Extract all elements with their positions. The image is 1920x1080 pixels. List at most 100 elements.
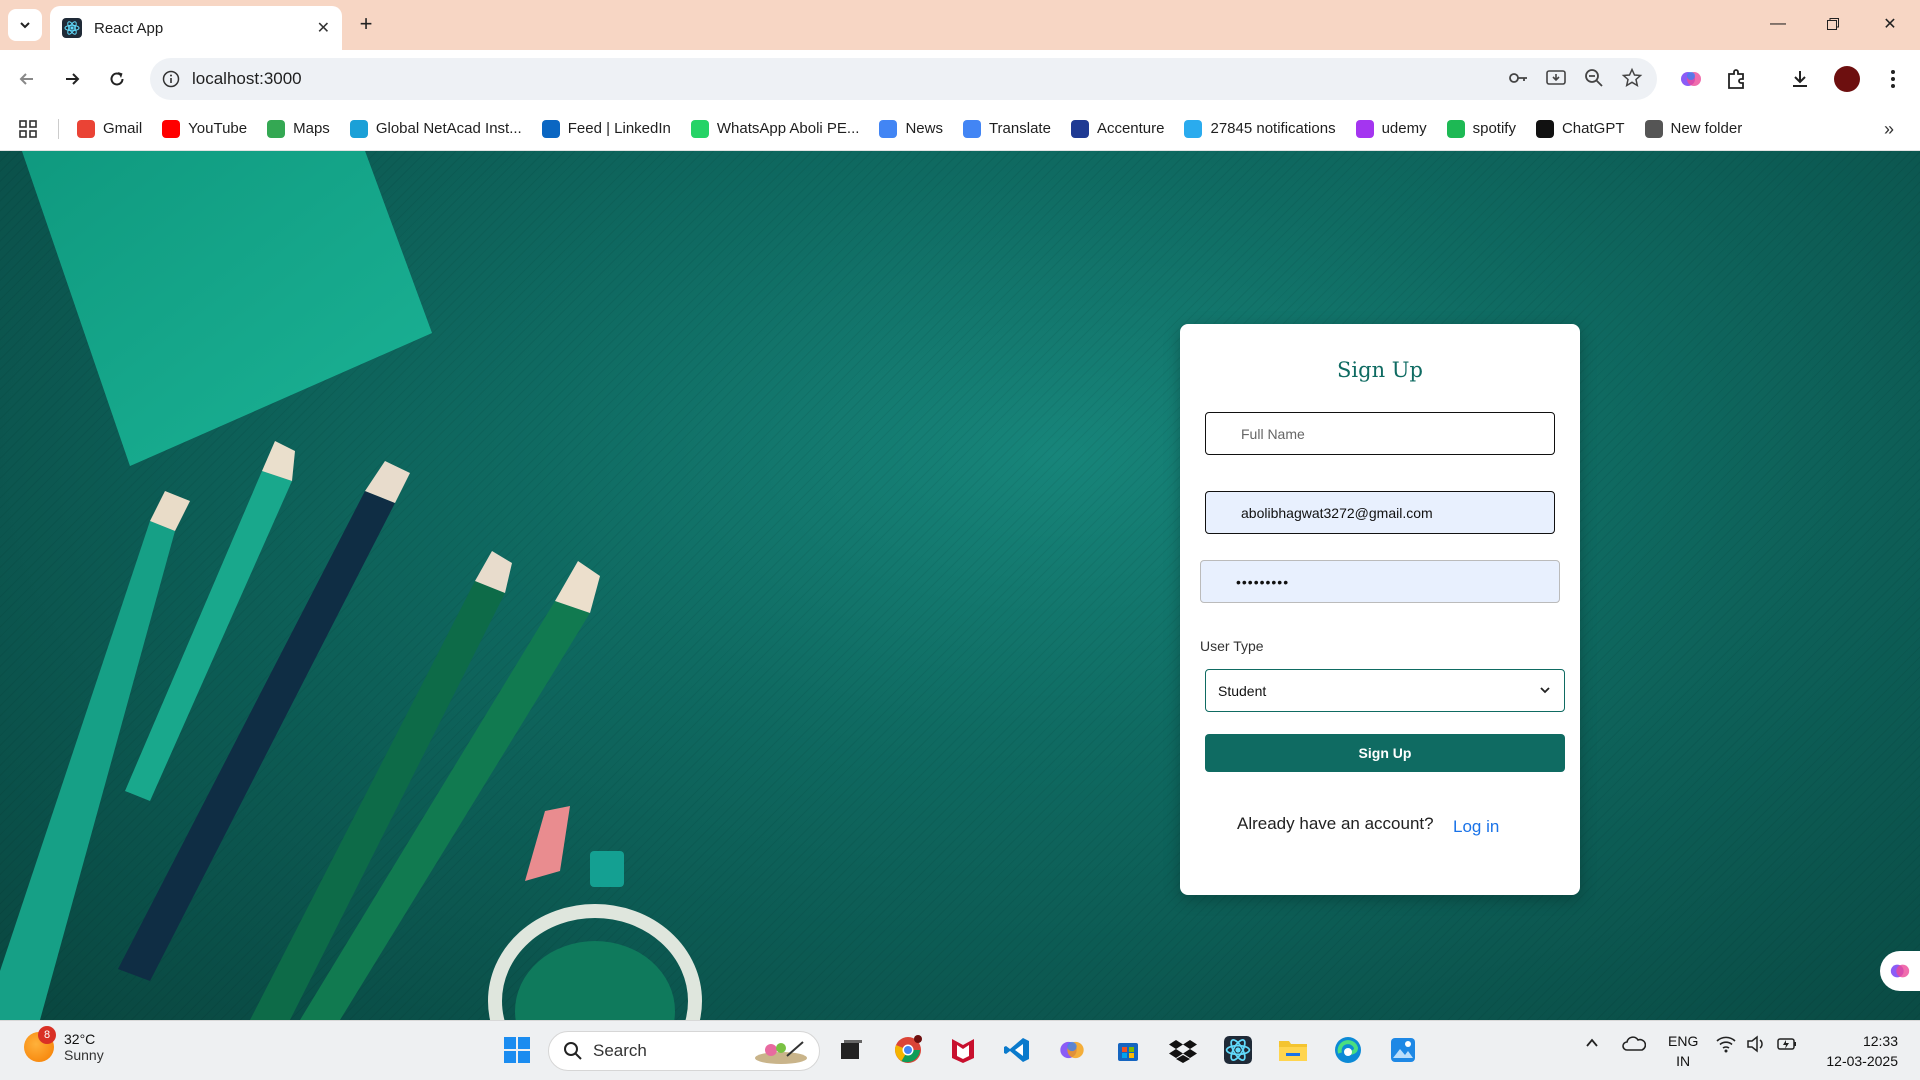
weather-widget[interactable]: 8 32°C Sunny (24, 1026, 104, 1063)
reload-icon[interactable] (102, 64, 132, 94)
bookmark-label: ChatGPT (1561, 120, 1625, 137)
signup-card: Sign Up Full Name abolibhagwat3272@gmail… (1180, 324, 1580, 895)
system-clock[interactable]: 12:33 12-03-2025 (1826, 1031, 1898, 1071)
show-hidden-icons[interactable] (1584, 1035, 1600, 1051)
bookmark-item[interactable]: ChatGPT (1535, 119, 1625, 138)
windows-taskbar: 8 32°C Sunny Search ENG IN 12:33 12-03-2… (0, 1020, 1920, 1080)
profile-avatar[interactable] (1832, 64, 1862, 94)
mcafee-icon[interactable] (946, 1033, 980, 1067)
task-view-icon[interactable] (834, 1033, 868, 1067)
bookmark-item[interactable]: News (879, 119, 943, 138)
react-devtools-icon[interactable] (1221, 1033, 1255, 1067)
search-highlight-icon (751, 1036, 811, 1066)
bookmark-item[interactable]: Accenture (1070, 119, 1165, 138)
password-input[interactable]: ••••••••• (1200, 560, 1560, 603)
chevron-down-icon (18, 18, 32, 32)
bookmarks-overflow-icon[interactable]: » (1884, 119, 1894, 140)
wifi-icon[interactable] (1716, 1035, 1736, 1053)
zoom-icon[interactable] (1583, 67, 1605, 89)
download-icon[interactable] (1785, 64, 1815, 94)
translate-icon (962, 119, 981, 138)
bookmark-item[interactable]: 27845 notifications (1184, 119, 1336, 138)
bookmark-label: Global NetAcad Inst... (375, 120, 522, 137)
file-explorer-icon[interactable] (1276, 1033, 1310, 1067)
browser-titlebar: React App ✕ + — ✕ (0, 0, 1920, 50)
cisco-icon (349, 119, 368, 138)
windows-start-icon[interactable] (500, 1033, 534, 1067)
apps-grid-icon[interactable] (18, 119, 38, 139)
minimize-icon[interactable]: — (1766, 12, 1790, 36)
browser-toolbar: localhost:3000 (0, 50, 1920, 107)
close-icon[interactable]: ✕ (317, 18, 330, 38)
bookmark-label: WhatsApp Aboli PE... (716, 120, 860, 137)
chatgpt-icon (1535, 119, 1554, 138)
chrome-icon[interactable] (891, 1033, 925, 1067)
full-name-input[interactable]: Full Name (1205, 412, 1555, 455)
menu-kebab-icon[interactable] (1878, 64, 1908, 94)
restore-icon[interactable] (1821, 12, 1845, 36)
battery-icon[interactable] (1776, 1035, 1798, 1053)
email-input[interactable]: abolibhagwat3272@gmail.com (1205, 491, 1555, 534)
photos-icon[interactable] (1386, 1033, 1420, 1067)
copilot-app-icon[interactable] (1055, 1033, 1089, 1067)
bookmark-item[interactable]: spotify (1446, 119, 1516, 138)
lang-line2: IN (1676, 1053, 1691, 1069)
browser-tab[interactable]: React App ✕ (50, 6, 342, 50)
telegram-icon (1184, 119, 1203, 138)
gmail-icon (77, 119, 95, 138)
extensions-icon[interactable] (1721, 64, 1751, 94)
sun-icon: 8 (24, 1026, 56, 1062)
bookmark-label: Feed | LinkedIn (567, 120, 671, 137)
bookmark-item[interactable]: Global NetAcad Inst... (349, 119, 522, 138)
chevron-down-icon (1538, 683, 1552, 697)
bookmark-item[interactable]: Feed | LinkedIn (541, 119, 671, 138)
onedrive-icon[interactable] (1622, 1035, 1646, 1053)
dropbox-icon[interactable] (1166, 1033, 1200, 1067)
accenture-icon (1070, 119, 1089, 138)
forward-icon[interactable] (57, 64, 87, 94)
new-tab-icon[interactable]: + (354, 11, 378, 36)
bookmark-label: News (905, 120, 943, 137)
copilot-icon[interactable] (1676, 64, 1706, 94)
bookmark-item[interactable]: Gmail (77, 119, 142, 138)
login-link[interactable]: Log in (1453, 817, 1499, 837)
bookmark-item[interactable]: Maps (267, 119, 330, 138)
email-value: abolibhagwat3272@gmail.com (1241, 504, 1433, 521)
copilot-sidebar-icon[interactable] (1880, 951, 1920, 991)
password-key-icon[interactable] (1507, 67, 1529, 89)
user-type-select[interactable]: Student (1205, 669, 1565, 712)
vscode-icon[interactable] (1000, 1033, 1034, 1067)
password-value: ••••••••• (1236, 573, 1290, 590)
user-type-label: User Type (1200, 638, 1264, 654)
signup-button[interactable]: Sign Up (1205, 734, 1565, 772)
user-type-value: Student (1218, 682, 1267, 699)
site-info-icon[interactable] (162, 70, 180, 88)
lang-line1: ENG (1668, 1033, 1699, 1049)
bookmark-item[interactable]: udemy (1355, 119, 1427, 138)
bookmark-label: 27845 notifications (1210, 120, 1336, 137)
install-app-icon[interactable] (1545, 67, 1567, 89)
edge-icon[interactable] (1331, 1033, 1365, 1067)
search-label: Search (593, 1041, 647, 1060)
bookmark-star-icon[interactable] (1621, 67, 1643, 89)
microsoft-store-icon[interactable] (1111, 1033, 1145, 1067)
bookmark-item[interactable]: New folder (1644, 119, 1742, 138)
url-text: localhost:3000 (192, 69, 302, 88)
address-bar[interactable]: localhost:3000 (150, 58, 1657, 100)
tab-search-button[interactable] (8, 9, 42, 41)
window-close-icon[interactable]: ✕ (1878, 12, 1902, 36)
bookmark-label: Accenture (1096, 120, 1165, 137)
bookmarks-divider (58, 118, 59, 139)
already-account-text: Already have an account? (1237, 814, 1434, 833)
weather-condition: Sunny (64, 1047, 104, 1063)
language-indicator[interactable]: ENG IN (1668, 1031, 1698, 1071)
youtube-icon (162, 119, 181, 138)
bookmark-item[interactable]: WhatsApp Aboli PE... (690, 119, 860, 138)
tab-title: React App (94, 19, 164, 37)
bookmark-item[interactable]: YouTube (162, 119, 247, 138)
page-background: Sign Up Full Name abolibhagwat3272@gmail… (0, 151, 1920, 1020)
taskbar-search[interactable]: Search (548, 1031, 820, 1071)
bookmark-item[interactable]: Translate (962, 119, 1051, 138)
volume-icon[interactable] (1746, 1035, 1766, 1053)
back-icon[interactable] (12, 64, 42, 94)
